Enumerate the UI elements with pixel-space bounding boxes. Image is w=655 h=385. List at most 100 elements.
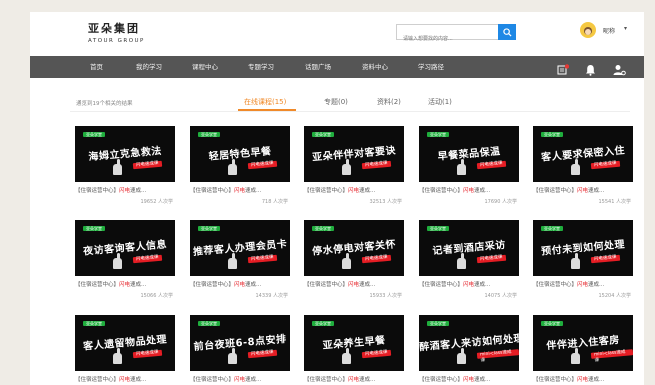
course-views: 14339 人次学 xyxy=(255,293,289,299)
course-card[interactable]: 亚朵学堂 客人遗留物品处理 闪电速成课【住宿运营中心】闪电速成... xyxy=(75,315,177,385)
course-tag: 亚朵学堂 xyxy=(198,132,220,137)
course-meta-prefix: 【住宿运营中心】 xyxy=(190,282,235,288)
course-thumbnail[interactable]: 亚朵学堂 推荐客人办理会员卡 闪电速成课 xyxy=(190,220,290,276)
message-icon[interactable] xyxy=(557,61,570,80)
nav-item-learning-path[interactable]: 学习路径 xyxy=(418,56,444,78)
course-card[interactable]: 亚朵学堂 记者到酒店采访 闪电速成课 【住宿运营中心】闪电速成... 14075 人次学 xyxy=(419,220,521,299)
course-subtitle-badge: 闪电速成课 xyxy=(361,160,391,170)
course-subtitle-badge: 闪电速成课 xyxy=(132,349,162,359)
course-subtitle-badge: mini-class速成课 xyxy=(476,349,519,364)
course-meta[interactable]: 【住宿运营中心】闪电速成... xyxy=(304,375,406,383)
course-tag: 亚朵学堂 xyxy=(541,226,563,231)
course-thumbnail[interactable]: 亚朵学堂 海姆立克急救法 闪电速成课 xyxy=(75,126,175,182)
course-meta[interactable]: 【住宿运营中心】闪电速成... xyxy=(75,186,177,194)
tab-topics[interactable]: 专题(0) xyxy=(324,97,348,107)
nav-item-resources[interactable]: 资料中心 xyxy=(362,56,388,78)
tab-online-courses[interactable]: 在线课程(15) xyxy=(244,97,286,107)
course-subtitle-badge: 闪电速成课 xyxy=(590,254,620,264)
course-meta[interactable]: 【住宿运营中心】闪电速成... xyxy=(533,186,635,194)
course-meta-prefix: 【住宿运营中心】 xyxy=(304,188,349,194)
course-meta[interactable]: 【住宿运营中心】闪电速成... xyxy=(533,280,635,288)
bell-icon[interactable] xyxy=(585,61,596,80)
chevron-down-icon[interactable]: ▾ xyxy=(624,25,627,32)
course-meta[interactable]: 【住宿运营中心】闪电速成... xyxy=(419,280,521,288)
course-card[interactable]: 亚朵学堂 客人要求保密入住 闪电速成课 【住宿运营中心】闪电速成... 15541 人次… xyxy=(533,126,635,205)
course-card[interactable]: 亚朵学堂 伴伴进入住客房 mini-class速成课【住宿运营中心】闪电速成... xyxy=(533,315,635,385)
course-card[interactable]: 亚朵学堂 亚朵养生早餐 闪电速成课【住宿运营中心】闪电速成... xyxy=(304,315,406,385)
avatar[interactable] xyxy=(580,22,596,38)
logo-english: ATOUR GROUP xyxy=(88,38,145,44)
course-meta[interactable]: 【住宿运营中心】闪电速成... xyxy=(75,280,177,288)
course-meta[interactable]: 【住宿运营中心】闪电速成... xyxy=(533,375,635,383)
course-meta[interactable]: 【住宿运营中心】闪电速成... xyxy=(190,186,292,194)
course-tag: 亚朵学堂 xyxy=(541,132,563,137)
course-thumbnail[interactable]: 亚朵学堂 停水停电对客关怀 闪电速成课 xyxy=(304,220,404,276)
course-subtitle-badge: 闪电速成课 xyxy=(247,160,277,170)
tab-materials[interactable]: 资料(2) xyxy=(377,97,401,107)
nav-item-topic-learning[interactable]: 专题学习 xyxy=(248,56,274,78)
course-meta-prefix: 【住宿运营中心】 xyxy=(75,188,120,194)
course-card[interactable]: 亚朵学堂 海姆立克急救法 闪电速成课 【住宿运营中心】闪电速成... 19652 人次学 xyxy=(75,126,177,205)
course-meta[interactable]: 【住宿运营中心】闪电速成... xyxy=(190,280,292,288)
course-card[interactable]: 亚朵学堂 停水停电对客关怀 闪电速成课 【住宿运营中心】闪电速成... 15933 人次… xyxy=(304,220,406,299)
course-subtitle-badge: 闪电速成课 xyxy=(247,254,277,264)
course-thumbnail[interactable]: 亚朵学堂 亚朵伴伴对客要诀 闪电速成课 xyxy=(304,126,404,182)
course-subtitle-badge: 闪电速成课 xyxy=(132,254,162,264)
result-count: 通览到19个相关的结果 xyxy=(76,101,133,107)
course-meta-suffix: 速成... xyxy=(245,188,262,194)
course-meta[interactable]: 【住宿运营中心】闪电速成... xyxy=(304,280,406,288)
course-thumbnail[interactable]: 亚朵学堂 伴伴进入住客房 mini-class速成课 xyxy=(533,315,633,371)
course-card[interactable]: 亚朵学堂 醉酒客人来访如何处理 mini-class速成课【住宿运营中心】闪电速成.… xyxy=(419,315,521,385)
course-meta[interactable]: 【住宿运营中心】闪电速成... xyxy=(419,375,521,383)
course-card[interactable]: 亚朵学堂 早餐菜品保温 闪电速成课 【住宿运营中心】闪电速成... 17690 人次学 xyxy=(419,126,521,205)
course-card[interactable]: 亚朵学堂 前台夜班6-8点安排 闪电速成课【住宿运营中心】闪电速成... xyxy=(190,315,292,385)
brand-logo[interactable]: 亚朵集团 ATOUR GROUP xyxy=(88,20,145,44)
search-input[interactable] xyxy=(397,32,495,46)
course-thumbnail[interactable]: 亚朵学堂 亚朵养生早餐 闪电速成课 xyxy=(304,315,404,371)
course-tag: 亚朵学堂 xyxy=(427,226,449,231)
course-thumbnail[interactable]: 亚朵学堂 夜访客询客人信息 闪电速成课 xyxy=(75,220,175,276)
user-settings-icon[interactable] xyxy=(613,61,626,80)
course-thumbnail[interactable]: 亚朵学堂 客人遗留物品处理 闪电速成课 xyxy=(75,315,175,371)
course-thumbnail[interactable]: 亚朵学堂 前台夜班6-8点安排 闪电速成课 xyxy=(190,315,290,371)
course-card[interactable]: 亚朵学堂 推荐客人办理会员卡 闪电速成课【住宿运营中心】闪电速成... 14339 人… xyxy=(190,220,292,299)
nav-item-my-learning[interactable]: 我的学习 xyxy=(136,56,162,78)
avatar-face-icon xyxy=(584,27,592,35)
course-card[interactable]: 亚朵学堂 亚朵伴伴对客要诀 闪电速成课 【住宿运营中心】闪电速成... 32513 人次… xyxy=(304,126,406,205)
course-meta-prefix: 【住宿运营中心】 xyxy=(419,377,464,383)
course-meta[interactable]: 【住宿运营中心】闪电速成... xyxy=(304,186,406,194)
pointing-hand-icon-palm xyxy=(228,258,237,269)
course-meta[interactable]: 【住宿运营中心】闪电速成... xyxy=(419,186,521,194)
course-meta-highlight: 闪电 xyxy=(577,377,589,383)
course-meta-suffix: 速成... xyxy=(359,188,376,194)
search-icon xyxy=(502,27,512,37)
nav-item-home[interactable]: 首页 xyxy=(90,56,103,78)
course-meta-prefix: 【住宿运营中心】 xyxy=(533,188,578,194)
course-card[interactable]: 亚朵学堂 夜访客询客人信息 闪电速成课 【住宿运营中心】闪电速成... 15066 人次… xyxy=(75,220,177,299)
course-thumbnail[interactable]: 亚朵学堂 轻居特色早餐 闪电速成课 xyxy=(190,126,290,182)
course-thumbnail[interactable]: 亚朵学堂 记者到酒店采访 闪电速成课 xyxy=(419,220,519,276)
course-meta-highlight: 闪电 xyxy=(119,188,131,194)
search-button[interactable] xyxy=(498,24,516,40)
course-thumbnail[interactable]: 亚朵学堂 早餐菜品保温 闪电速成课 xyxy=(419,126,519,182)
course-meta-suffix: 速成... xyxy=(359,377,376,383)
pointing-hand-icon-palm xyxy=(113,353,122,364)
nav-item-course-center[interactable]: 课程中心 xyxy=(192,56,218,78)
user-name[interactable]: 昵称 xyxy=(603,26,615,35)
course-thumbnail[interactable]: 亚朵学堂 醉酒客人来访如何处理 mini-class速成课 xyxy=(419,315,519,371)
course-meta-highlight: 闪电 xyxy=(463,282,475,288)
course-meta[interactable]: 【住宿运营中心】闪电速成... xyxy=(190,375,292,383)
course-thumbnail[interactable]: 亚朵学堂 客人要求保密入住 闪电速成课 xyxy=(533,126,633,182)
course-views: 15204 人次学 xyxy=(598,293,632,299)
course-thumbnail[interactable]: 亚朵学堂 预付未到如何处理 闪电速成课 xyxy=(533,220,633,276)
course-card[interactable]: 亚朵学堂 预付未到如何处理 闪电速成课【住宿运营中心】闪电速成... 15204 人次… xyxy=(533,220,635,299)
course-card[interactable]: 亚朵学堂 轻居特色早餐 闪电速成课 【住宿运营中心】闪电速成... 718 人次学 xyxy=(190,126,292,205)
course-tag: 亚朵学堂 xyxy=(427,321,449,326)
pointing-hand-icon-palm xyxy=(457,164,466,175)
course-meta-suffix: 速成... xyxy=(245,377,262,383)
course-meta-highlight: 闪电 xyxy=(463,377,475,383)
tab-activities[interactable]: 活动(1) xyxy=(428,97,452,107)
course-meta[interactable]: 【住宿运营中心】闪电速成... xyxy=(75,375,177,383)
nav-item-discussion[interactable]: 话题广场 xyxy=(305,56,331,78)
search-box xyxy=(396,24,516,46)
